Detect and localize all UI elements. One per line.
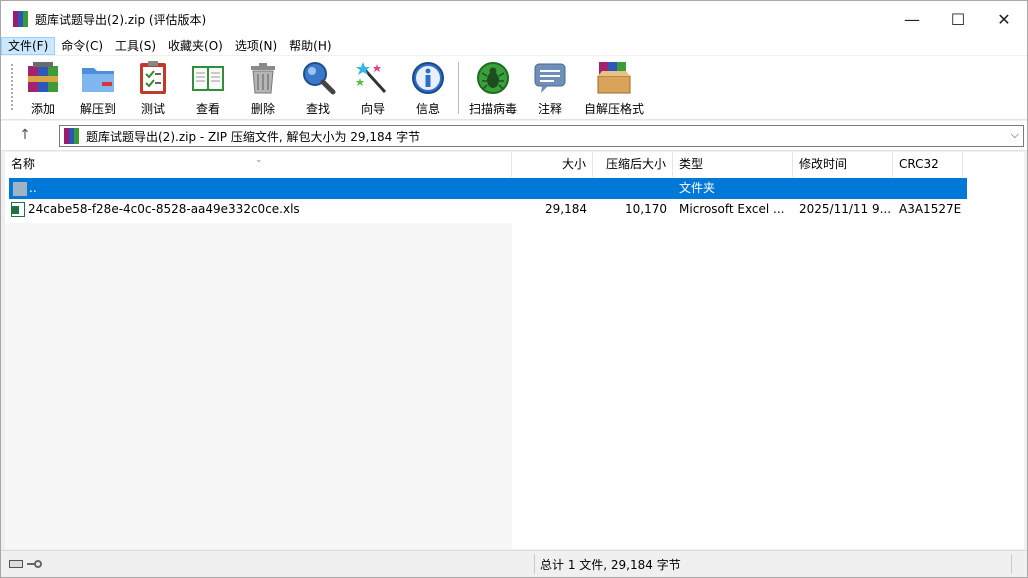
file-packed: 10,170 <box>625 202 667 216</box>
toolbar-separator <box>458 62 459 114</box>
file-modified: 2025/11/11 9... <box>799 202 892 216</box>
sort-caret-icon: ⌄ <box>255 155 263 165</box>
virus-scan-button[interactable]: 扫描病毒 <box>463 60 523 117</box>
parent-folder-icon <box>13 181 27 196</box>
status-summary: 总计 1 文件, 29,184 字节 <box>540 558 681 572</box>
status-divider <box>534 554 535 574</box>
excel-file-icon <box>11 202 25 217</box>
file-list: 名称 ⌄ 大小 压缩后大小 类型 修改时间 CRC32 .. 文件夹 24cab… <box>5 152 1024 549</box>
delete-label: 删除 <box>250 102 275 116</box>
menu-options[interactable]: 选项(N) <box>229 37 283 55</box>
address-text: 题库试题导出(2).zip - ZIP 压缩文件, 解包大小为 29,184 字… <box>86 129 421 144</box>
menu-tools[interactable]: 工具(S) <box>109 37 162 55</box>
menu-commands[interactable]: 命令(C) <box>55 37 109 55</box>
add-button[interactable]: 添加 <box>13 60 73 117</box>
list-empty-area <box>5 223 512 549</box>
minimize-button[interactable]: — <box>889 1 935 37</box>
extract-folder-icon <box>80 60 116 96</box>
chevron-down-icon[interactable]: ⌵ <box>1011 128 1019 142</box>
address-bar: ↑ 题库试题导出(2).zip - ZIP 压缩文件, 解包大小为 29,184… <box>1 121 1027 151</box>
file-size <box>512 178 593 199</box>
file-crc <box>893 178 963 199</box>
winrar-window: 题库试题导出(2).zip (评估版本) — ☐ ✕ 文件(F) 命令(C) 工… <box>0 0 1028 578</box>
column-header-type[interactable]: 类型 <box>673 152 793 177</box>
column-header-crc[interactable]: CRC32 <box>893 152 963 177</box>
window-title: 题库试题导出(2).zip (评估版本) <box>35 12 207 27</box>
info-label: 信息 <box>415 102 440 116</box>
file-name: 24cabe58-f28e-4c0c-8528-aa49e332c0ce.xls <box>28 202 300 216</box>
close-button[interactable]: ✕ <box>981 1 1027 37</box>
file-name: .. <box>29 181 37 195</box>
address-field[interactable]: 题库试题导出(2).zip - ZIP 压缩文件, 解包大小为 29,184 字… <box>59 125 1024 147</box>
column-header-modified[interactable]: 修改时间 <box>793 152 893 177</box>
drive-icon[interactable] <box>9 560 23 568</box>
column-header-packed[interactable]: 压缩后大小 <box>593 152 673 177</box>
find-button[interactable]: 查找 <box>288 60 348 117</box>
file-size: 29,184 <box>545 202 587 216</box>
sfx-label: 自解压格式 <box>584 102 645 116</box>
status-divider-right <box>1011 554 1012 574</box>
bug-scan-icon <box>475 60 511 96</box>
zip-archive-icon <box>64 128 80 144</box>
file-crc: A3A1527E <box>899 202 962 216</box>
maximize-button[interactable]: ☐ <box>935 1 981 37</box>
menu-file[interactable]: 文件(F) <box>1 37 56 55</box>
winrar-app-icon <box>13 11 29 27</box>
find-label: 查找 <box>305 102 330 116</box>
file-modified <box>793 178 893 199</box>
view-book-icon <box>190 60 226 96</box>
title-bar: 题库试题导出(2).zip (评估版本) — ☐ ✕ <box>1 1 1027 37</box>
comment-icon <box>532 60 568 96</box>
up-folder-button[interactable]: ↑ <box>15 127 35 145</box>
column-name-label: 名称 <box>11 157 36 171</box>
comment-label: 注释 <box>537 102 562 116</box>
add-label: 添加 <box>30 102 55 116</box>
column-header-name[interactable]: 名称 ⌄ <box>5 152 512 177</box>
test-label: 测试 <box>140 102 165 116</box>
archive-add-icon <box>25 60 61 96</box>
view-label: 查看 <box>195 102 220 116</box>
table-row[interactable]: .. 文件夹 <box>9 178 967 199</box>
test-button[interactable]: 测试 <box>123 60 183 117</box>
test-clipboard-icon <box>135 60 171 96</box>
menu-favorites[interactable]: 收藏夹(O) <box>162 37 229 55</box>
list-header: 名称 ⌄ 大小 压缩后大小 类型 修改时间 CRC32 <box>5 152 1024 177</box>
trash-icon <box>245 60 281 96</box>
extract-label: 解压到 <box>79 102 116 116</box>
menu-bar: 文件(F) 命令(C) 工具(S) 收藏夹(O) 选项(N) 帮助(H) <box>1 37 1027 55</box>
table-row[interactable]: 24cabe58-f28e-4c0c-8528-aa49e332c0ce.xls… <box>9 199 967 220</box>
file-type: 文件夹 <box>679 181 716 195</box>
virus-scan-label: 扫描病毒 <box>468 102 517 116</box>
magic-wand-icon <box>355 60 391 96</box>
menu-help[interactable]: 帮助(H) <box>283 37 337 55</box>
sfx-box-icon <box>596 60 632 96</box>
status-bar: 总计 1 文件, 29,184 字节 <box>1 550 1027 577</box>
sfx-button[interactable]: 自解压格式 <box>584 60 644 117</box>
file-packed <box>593 178 673 199</box>
magnifier-icon <box>300 60 336 96</box>
info-icon <box>410 60 446 96</box>
delete-button[interactable]: 删除 <box>233 60 293 117</box>
toolbar: 添加 解压到 测试 查看 删除 查找 向导 信息 扫描病毒 注释 自解压格式 <box>1 56 1027 120</box>
comment-button[interactable]: 注释 <box>520 60 580 117</box>
wizard-label: 向导 <box>360 102 385 116</box>
wizard-button[interactable]: 向导 <box>343 60 403 117</box>
column-header-size[interactable]: 大小 <box>512 152 593 177</box>
key-icon[interactable] <box>27 559 42 569</box>
file-type: Microsoft Excel ... <box>679 202 785 216</box>
info-button[interactable]: 信息 <box>398 60 458 117</box>
view-button[interactable]: 查看 <box>178 60 238 117</box>
extract-button[interactable]: 解压到 <box>68 60 128 117</box>
